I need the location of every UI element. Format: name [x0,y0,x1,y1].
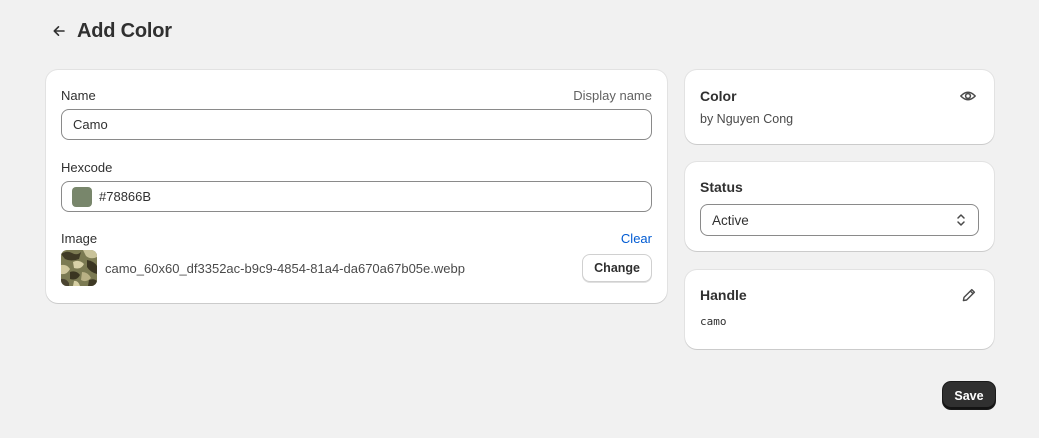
name-input[interactable]: Camo [61,109,652,140]
change-image-button[interactable]: Change [582,254,652,282]
name-input-value: Camo [73,117,108,132]
status-card-title: Status [700,179,743,195]
back-button[interactable] [46,18,72,44]
handle-card: Handle camo [685,270,994,349]
handle-card-title: Handle [700,287,747,303]
image-thumbnail [61,250,97,286]
select-chevrons-icon [957,214,965,226]
color-byline: by Nguyen Cong [700,112,794,126]
color-card-title: Color [700,88,737,104]
pencil-icon[interactable] [961,287,977,303]
status-select[interactable]: Active [700,204,979,236]
status-select-value: Active [712,212,749,228]
color-form-card: Name Display name Camo Hexcode #78866B I… [46,70,667,303]
hexcode-input[interactable]: #78866B [61,181,652,212]
hexcode-label-row: Hexcode [61,160,652,175]
eye-icon[interactable] [959,87,977,105]
hexcode-input-value: #78866B [99,189,152,204]
image-row: camo_60x60_df3352ac-b9c9-4854-81a4-da670… [61,250,652,286]
name-label-row: Name Display name [61,88,652,103]
name-label: Name [61,88,96,103]
clear-image-link[interactable]: Clear [621,231,652,246]
color-info-card: Color by Nguyen Cong [685,70,994,144]
page-header: Add Color [46,17,172,45]
image-filename: camo_60x60_df3352ac-b9c9-4854-81a4-da670… [105,260,465,276]
hexcode-label: Hexcode [61,160,113,175]
display-name-label: Display name [573,88,652,103]
handle-card-header: Handle [700,287,979,303]
handle-value: camo [700,315,727,328]
image-label: Image [61,231,98,246]
image-label-row: Image Clear [61,231,652,246]
arrow-left-icon [53,26,65,36]
color-swatch[interactable] [72,186,92,207]
status-card: Status Active [685,162,994,251]
save-button[interactable]: Save [943,382,995,409]
color-card-header: Color [700,87,979,105]
page-title: Add Color [77,19,172,42]
